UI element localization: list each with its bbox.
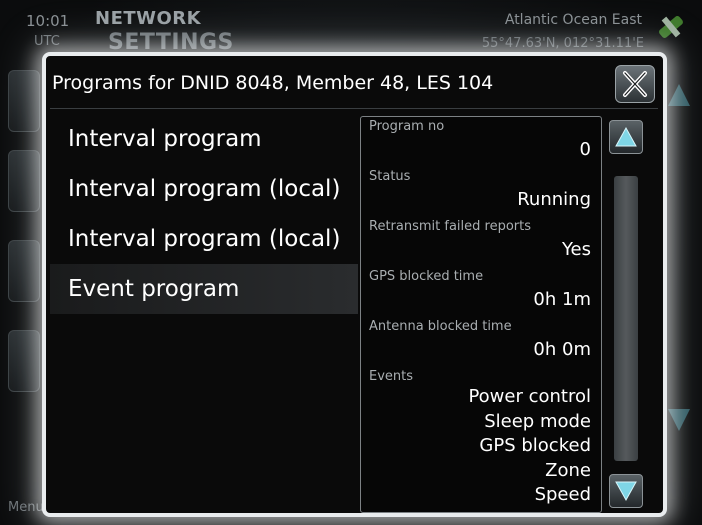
status-value: Running: [517, 189, 591, 210]
events-label: Events: [369, 369, 414, 384]
antenna-blocked-value: 0h 0m: [533, 339, 591, 360]
close-button[interactable]: [615, 65, 655, 103]
program-list: Interval program Interval program (local…: [50, 114, 358, 314]
menu-label: Menu: [8, 500, 44, 515]
program-item-interval-local-1[interactable]: Interval program (local): [50, 164, 358, 214]
scrollbar-track[interactable]: [614, 176, 638, 461]
side-button-1: [8, 70, 40, 132]
program-item-event[interactable]: Event program: [50, 264, 358, 314]
details-scrollbar[interactable]: [609, 120, 645, 511]
header-divider: [50, 108, 658, 109]
program-details-panel: Program no 0 Status Running Retransmit f…: [360, 116, 602, 513]
bg-down-arrow-icon: [668, 409, 690, 431]
clock-time: 10:01: [26, 12, 70, 30]
position-coordinates: 55°47.63'N, 012°31.11'E: [481, 36, 644, 51]
bg-up-arrow-icon: [668, 84, 690, 106]
dialog-title: Programs for DNID 8048, Member 48, LES 1…: [52, 72, 494, 94]
gps-blocked-label: GPS blocked time: [369, 269, 484, 284]
program-no-value: 0: [579, 139, 591, 160]
scroll-down-button[interactable]: [609, 474, 643, 508]
clock-timezone: UTC: [34, 34, 60, 49]
event-item: Power control: [468, 386, 591, 407]
scroll-up-button[interactable]: [609, 120, 643, 154]
antenna-blocked-label: Antenna blocked time: [369, 319, 512, 334]
events-list: Power control Sleep mode GPS blocked Zon…: [468, 385, 591, 508]
status-label: Status: [369, 169, 411, 184]
screen-title-line1: NETWORK: [95, 8, 202, 29]
event-item: Zone: [545, 459, 591, 481]
program-item-interval-local-2[interactable]: Interval program (local): [50, 214, 358, 264]
dialog-header: Programs for DNID 8048, Member 48, LES 1…: [46, 56, 663, 108]
side-button-2: [8, 150, 40, 212]
event-item: Speed: [534, 484, 591, 505]
event-item: Sleep mode: [484, 410, 591, 432]
gps-blocked-value: 0h 1m: [533, 289, 591, 310]
ocean-region: Atlantic Ocean East: [504, 12, 642, 28]
programs-dialog: Programs for DNID 8048, Member 48, LES 1…: [42, 52, 667, 517]
retransmit-value: Yes: [561, 239, 591, 260]
event-item: GPS blocked: [479, 435, 591, 456]
triangle-up-icon: [615, 126, 637, 147]
satellite-icon: [659, 16, 683, 38]
triangle-down-icon: [615, 481, 637, 502]
side-button-4: [8, 330, 40, 392]
program-no-label: Program no: [369, 119, 445, 134]
side-button-3: [8, 240, 40, 302]
close-x-icon: [623, 71, 647, 97]
program-item-interval[interactable]: Interval program: [50, 114, 358, 164]
retransmit-label: Retransmit failed reports: [369, 219, 531, 234]
